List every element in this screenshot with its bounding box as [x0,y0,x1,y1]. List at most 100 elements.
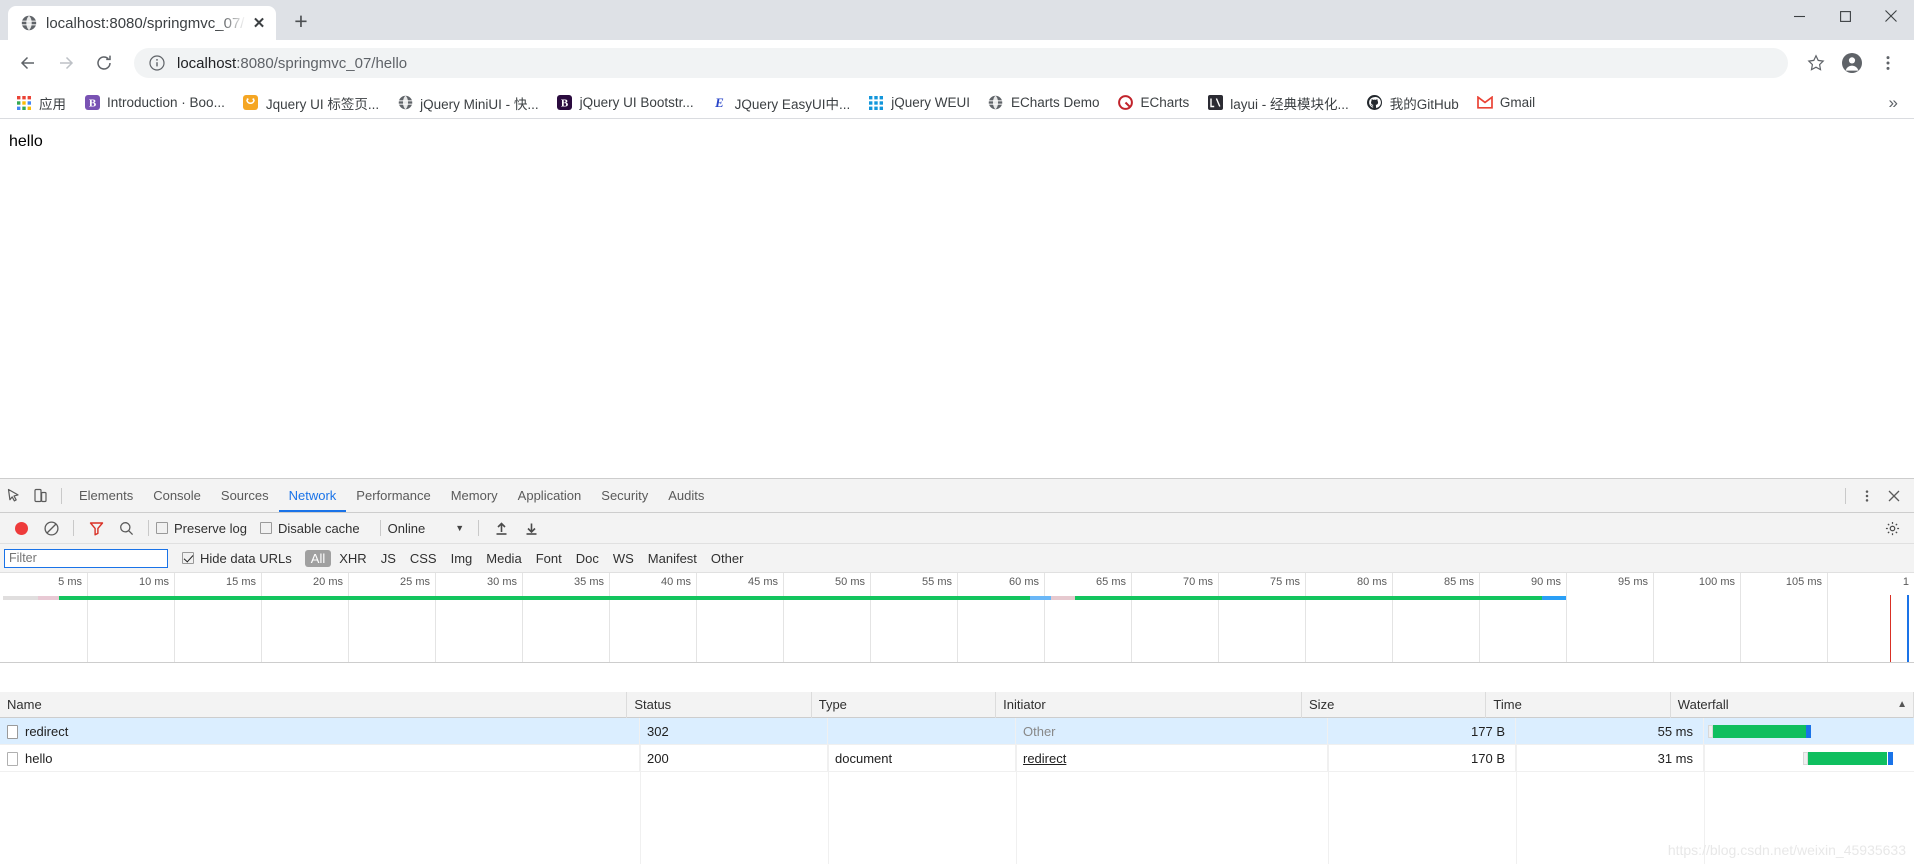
back-arrow-icon[interactable] [10,45,46,81]
filter-type-js[interactable]: JS [375,550,402,567]
info-circle-icon[interactable] [148,54,166,72]
overview-gridline [1044,573,1045,662]
overview-band [1075,596,1542,600]
overview-gridline [1305,573,1306,662]
bookmark-echarts-demo[interactable]: ECharts Demo [980,91,1108,115]
bookmark-introduction-boo[interactable]: B Introduction · Boo... [76,91,233,115]
bookmark-jquery-ui-bootstrap[interactable]: B jQuery UI Bootstr... [549,91,702,115]
bookmark-label: jQuery MiniUI - 快... [420,96,539,112]
kebab-menu-icon[interactable] [1853,483,1880,509]
filter-type-doc[interactable]: Doc [570,550,605,567]
maximize-icon[interactable] [1822,0,1868,32]
table-row[interactable]: redirect 302 Other 177 B 55 ms [0,717,1914,745]
bookmark-layui[interactable]: layui - 经典模块化... [1199,91,1357,115]
tab-memory[interactable]: Memory [441,479,508,512]
throttling-value: Online [387,520,426,536]
settings-gear-icon[interactable] [1877,515,1907,541]
filter-type-font[interactable]: Font [530,550,568,567]
record-button[interactable] [6,515,36,541]
close-icon[interactable] [1880,483,1907,509]
checkbox-box [182,552,194,564]
bookmark-jquery-easyui[interactable]: E JQuery EasyUI中... [704,91,859,115]
search-icon[interactable] [111,515,141,541]
tab-network[interactable]: Network [279,479,347,512]
column-header-label: Status [634,696,672,712]
column-header[interactable]: Status [627,692,812,718]
network-toolbar: Preserve log Disable cache Online ▼ [0,513,1914,544]
network-overview-timeline[interactable]: 5 ms 10 ms 15 ms 20 ms 25 ms 30 ms 35 ms 40 ms 4… [0,573,1914,663]
kebab-menu-icon[interactable] [1872,47,1904,79]
overview-gridline [87,573,88,662]
overview-band [1050,596,1076,600]
hide-data-urls-checkbox[interactable]: Hide data URLs [182,551,292,566]
forward-arrow-icon[interactable] [48,45,84,81]
close-icon[interactable] [1868,0,1914,32]
tab-console[interactable]: Console [143,479,211,512]
hide-data-urls-label: Hide data URLs [200,550,292,566]
tab-security[interactable]: Security [591,479,658,512]
filter-input[interactable] [4,548,168,568]
sort-ascending-icon[interactable]: ▲ [1897,692,1907,718]
request-name: redirect [25,723,69,739]
filter-funnel-icon[interactable] [81,515,111,541]
column-header[interactable]: Waterfall ▲ [1671,692,1914,718]
overview-marker [1907,595,1909,662]
filter-type-media[interactable]: Media [480,550,527,567]
reload-icon[interactable] [86,45,122,81]
clear-button[interactable] [36,515,66,541]
cell-name[interactable]: redirect [0,717,640,745]
filter-type-css[interactable]: CSS [404,550,443,567]
apps-grid-icon [16,95,32,111]
filter-type-manifest[interactable]: Manifest [642,550,703,567]
import-har-icon[interactable] [486,515,516,541]
weui-grid-icon [868,95,884,111]
profile-icon[interactable] [1836,47,1868,79]
column-header[interactable]: Name [0,692,628,718]
column-header[interactable]: Time [1486,692,1671,718]
bookmarks-overflow-button[interactable]: » [1881,93,1906,113]
bookmark-jquery-ui-tabs[interactable]: Jquery UI 标签页... [235,91,387,115]
tab-performance[interactable]: Performance [346,479,440,512]
column-header[interactable]: Initiator [996,692,1303,718]
throttling-select[interactable]: Online ▼ [388,521,465,536]
bookmark-my-github[interactable]: 我的GitHub [1359,91,1467,115]
filter-type-xhr[interactable]: XHR [333,550,372,567]
bookmark-label: layui - 经典模块化... [1230,96,1349,112]
address-bar[interactable]: localhost:8080/springmvc_07/hello [134,48,1788,78]
bookmark-jquery-weui[interactable]: jQuery WEUI [860,91,978,115]
filter-type-ws[interactable]: WS [607,550,640,567]
filter-type-other[interactable]: Other [705,550,750,567]
browser-tab[interactable]: localhost:8080/springmvc_07/ ✕ [8,6,276,40]
preserve-log-checkbox[interactable]: Preserve log [156,521,247,536]
page-viewport: hello [0,119,1914,377]
export-har-icon[interactable] [516,515,546,541]
filter-type-all[interactable]: All [304,549,332,567]
filter-type-img[interactable]: Img [445,550,479,567]
toolbar-divider [61,487,62,504]
new-tab-button[interactable]: + [284,4,318,38]
minimize-icon[interactable] [1776,0,1822,32]
url-host: localhost [177,54,237,72]
overview-gridline [1392,573,1393,662]
column-header[interactable]: Type [812,692,997,718]
tab-application[interactable]: Application [508,479,592,512]
devtools-panel: Elements Console Sources Network Perform… [0,478,1914,864]
tab-audits[interactable]: Audits [658,479,714,512]
overview-gridline [870,573,871,662]
column-header[interactable]: Size [1302,692,1487,718]
device-toolbar-icon[interactable] [27,483,54,509]
bookmark-echarts[interactable]: ECharts [1110,91,1198,115]
star-icon[interactable] [1800,47,1832,79]
inspect-element-icon[interactable] [0,483,27,509]
bookmark-apps[interactable]: 应用 [8,91,74,115]
tab-sources[interactable]: Sources [211,479,279,512]
bookmark-label: Introduction · Boo... [107,95,225,110]
bookmark-jquery-miniui[interactable]: jQuery MiniUI - 快... [389,91,547,115]
disable-cache-checkbox[interactable]: Disable cache [259,521,360,536]
bookmark-gmail[interactable]: Gmail [1469,91,1543,115]
cell-initiator: Other [1016,717,1328,745]
layui-icon [1207,95,1223,111]
close-icon[interactable]: ✕ [250,14,268,32]
page-body-text: hello [9,133,43,150]
tab-elements[interactable]: Elements [69,479,143,512]
